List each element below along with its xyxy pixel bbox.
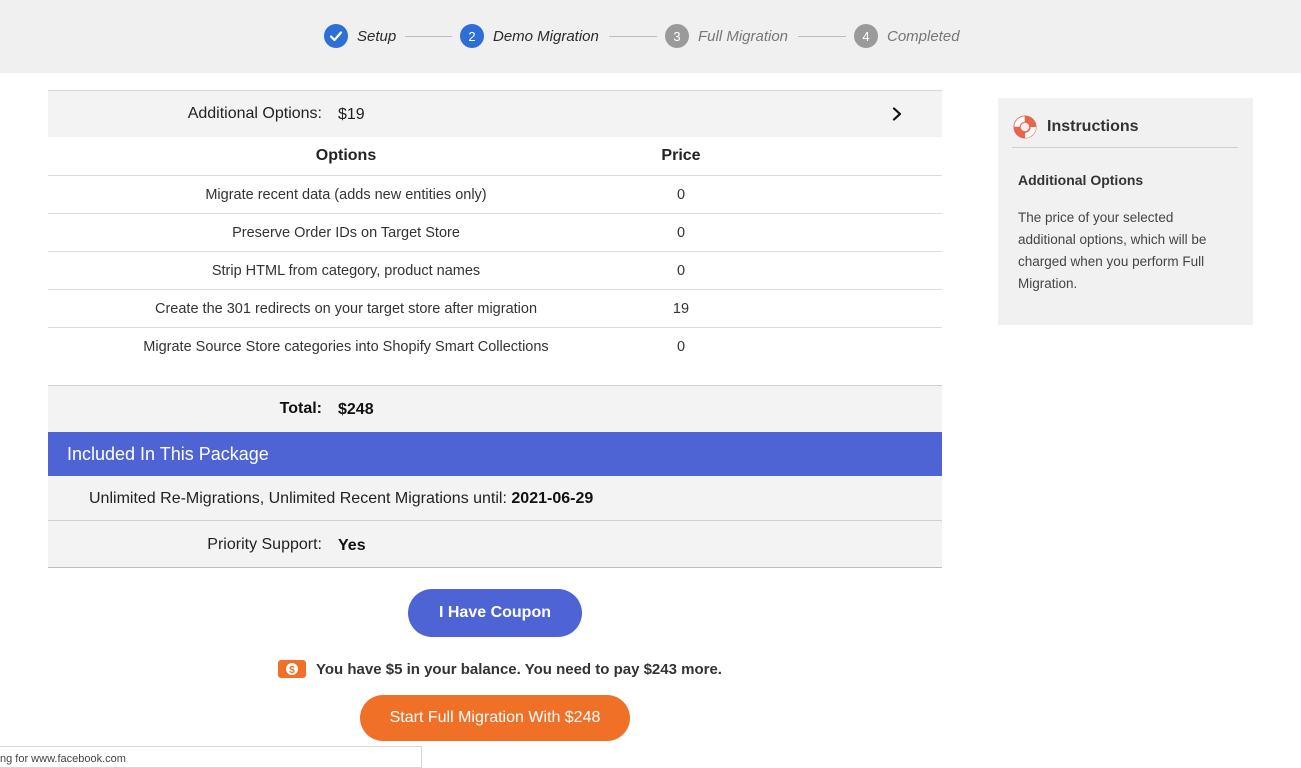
balance-notice: $ You have $5 in your balance. You need …	[278, 659, 722, 679]
package-header: Included In This Package	[48, 432, 942, 476]
step-connector	[609, 36, 657, 37]
option-price: 0	[676, 338, 686, 355]
remigrations-label: Unlimited Re-Migrations, Unlimited Recen…	[89, 490, 507, 507]
svg-text:$: $	[289, 665, 295, 676]
option-name: Create the 301 redirects on your target …	[48, 289, 644, 328]
option-name: Strip HTML from category, product names	[48, 251, 644, 290]
table-row: Preserve Order IDs on Target Store 0	[48, 213, 942, 252]
step-label: Demo Migration	[493, 27, 599, 45]
instructions-title: Instructions	[1047, 118, 1139, 135]
check-icon	[324, 24, 348, 48]
option-price: 19	[644, 289, 718, 328]
step-full-migration: 3 Full Migration	[665, 24, 788, 48]
options-header: Options	[48, 137, 644, 176]
option-name: Migrate recent data (adds new entities o…	[48, 175, 644, 214]
priority-support-value: Yes	[338, 537, 366, 554]
remigrations-row: Unlimited Re-Migrations, Unlimited Recen…	[48, 476, 942, 521]
lifebuoy-icon	[1013, 115, 1037, 139]
price-header: Price	[644, 137, 718, 176]
pricing-panel: Additional Options: $19 Options Price Mi…	[48, 90, 942, 568]
chevron-right-icon[interactable]	[890, 107, 904, 121]
remigrations-date: 2021-06-29	[511, 490, 594, 507]
total-label: Total:	[279, 400, 322, 417]
priority-support-label: Priority Support:	[207, 536, 322, 553]
additional-options-toggle[interactable]: Additional Options: $19	[48, 90, 942, 137]
total-value: $248	[338, 401, 374, 418]
money-icon: $	[278, 660, 306, 678]
step-connector	[798, 36, 846, 37]
priority-support-row: Priority Support: Yes	[48, 521, 942, 568]
step-label: Completed	[887, 27, 960, 45]
table-row: Migrate recent data (adds new entities o…	[48, 175, 942, 214]
browser-status-bar: ng for www.facebook.com	[0, 746, 422, 768]
step-number: 4	[854, 24, 878, 48]
remigrations-text: Unlimited Re-Migrations, Unlimited Recen…	[89, 490, 593, 508]
start-full-migration-button[interactable]: Start Full Migration With $248	[360, 695, 630, 741]
step-setup: Setup	[324, 24, 396, 48]
table-row: Strip HTML from category, product names …	[48, 251, 942, 290]
options-table: Options Price Migrate recent data (adds …	[48, 137, 942, 365]
additional-options-label: Additional Options:	[187, 105, 322, 122]
instructions-body: The price of your selected additional op…	[1018, 210, 1207, 291]
step-number: 2	[460, 24, 484, 48]
step-completed: 4 Completed	[854, 24, 960, 48]
step-connector	[405, 36, 452, 37]
total-row: Total: $248	[48, 385, 942, 432]
step-demo-migration: 2 Demo Migration	[460, 24, 599, 48]
instructions-subtitle: Additional Options	[1018, 172, 1144, 188]
additional-options-price: $19	[338, 106, 365, 123]
option-price: 0	[644, 251, 718, 290]
table-row: Create the 301 redirects on your target …	[48, 289, 942, 328]
table-row: Migrate Source Store categories into Sho…	[48, 328, 942, 366]
option-name: Preserve Order IDs on Target Store	[48, 213, 644, 252]
instructions-panel: Instructions Additional Options The pric…	[998, 98, 1253, 325]
package-title: Included In This Package	[67, 444, 269, 464]
status-text: ng for www.facebook.com	[0, 753, 126, 765]
empty-header	[718, 137, 942, 176]
instructions-header: Instructions	[1012, 114, 1238, 148]
balance-text: You have $5 in your balance. You need to…	[316, 660, 722, 678]
step-label: Full Migration	[698, 27, 789, 45]
step-number: 3	[665, 24, 689, 48]
option-price: 0	[644, 213, 718, 252]
option-name: Migrate Source Store categories into Sho…	[143, 338, 549, 355]
option-price: 0	[644, 175, 718, 214]
step-label: Setup	[357, 27, 397, 45]
coupon-button[interactable]: I Have Coupon	[408, 589, 582, 637]
migration-stepper: Setup 2 Demo Migration 3 Full Migration …	[0, 0, 1301, 73]
table-header: Options Price	[48, 137, 942, 176]
